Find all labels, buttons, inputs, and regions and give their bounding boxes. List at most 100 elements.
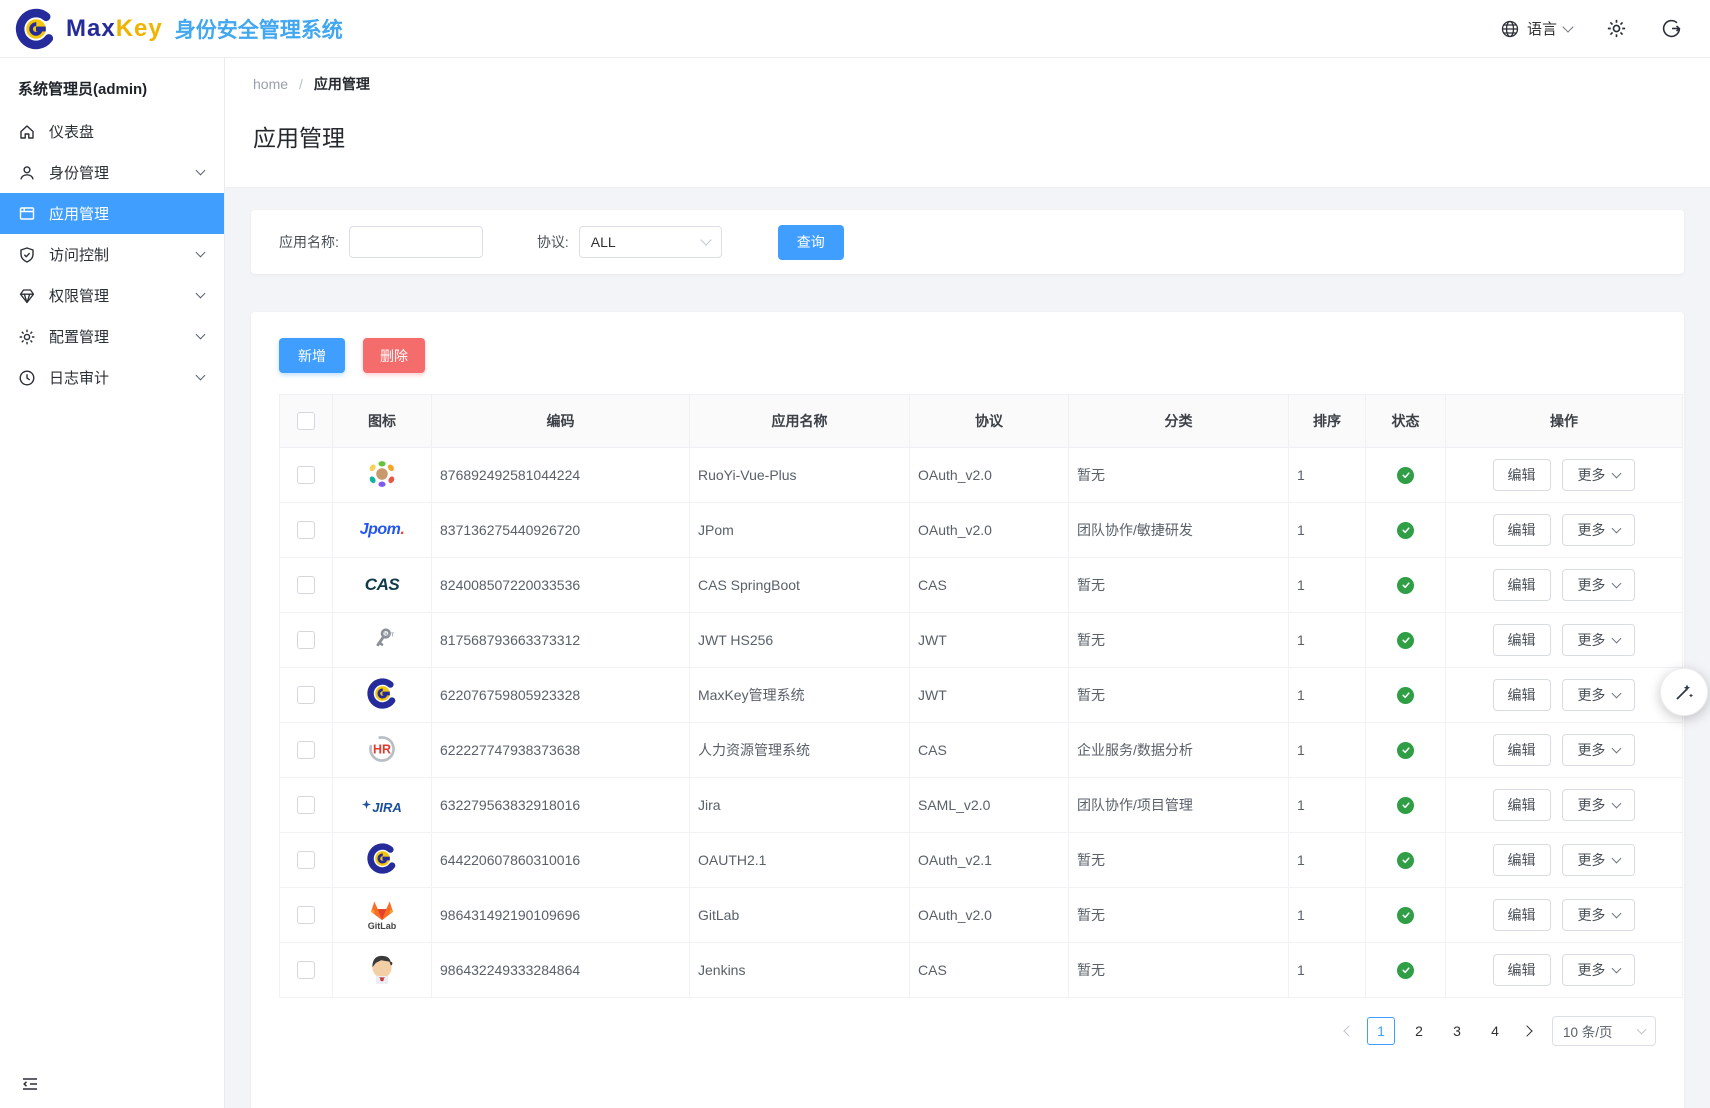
sidebar-item-audit[interactable]: 日志审计 [0,357,224,398]
edit-button[interactable]: 编辑 [1493,899,1551,931]
sidebar-item-label: 日志审计 [49,367,109,388]
sidebar-collapse-button[interactable] [20,1074,40,1094]
app-code: 817568793663373312 [432,613,690,668]
app-sort: 1 [1289,723,1366,778]
app-sort: 1 [1289,668,1366,723]
edit-button[interactable]: 编辑 [1493,569,1551,601]
sidebar-item-dashboard[interactable]: 仪表盘 [0,111,224,152]
app-sort: 1 [1289,613,1366,668]
edit-button[interactable]: 编辑 [1493,624,1551,656]
page-title: 应用管理 [253,119,1682,153]
row-checkbox[interactable] [297,851,315,869]
user-icon [18,164,36,182]
row-checkbox[interactable] [297,741,315,759]
more-button[interactable]: 更多 [1562,679,1635,711]
jwt-logo-icon: JWT [333,624,431,654]
sidebar-item-config[interactable]: 配置管理 [0,316,224,357]
page-button-4[interactable]: 4 [1481,1017,1509,1045]
row-checkbox[interactable] [297,961,315,979]
app-code: 622076759805923328 [432,668,690,723]
search-panel: 应用名称: 协议: ALL 查询 [251,210,1684,274]
more-button[interactable]: 更多 [1562,459,1635,491]
app-code: 986432249333284864 [432,943,690,998]
query-button[interactable]: 查询 [778,225,844,260]
app-name: RuoYi-Vue-Plus [690,448,910,503]
more-button[interactable]: 更多 [1562,624,1635,656]
page-size-select[interactable]: 10 条/页 [1552,1016,1656,1046]
app-name: Jira [690,778,910,833]
gem-icon [18,287,36,305]
more-button[interactable]: 更多 [1562,789,1635,821]
add-button[interactable]: 新增 [279,338,345,373]
table-row: 876892492581044224 RuoYi-Vue-Plus OAuth_… [280,448,1683,503]
row-checkbox[interactable] [297,631,315,649]
edit-button[interactable]: 编辑 [1493,459,1551,491]
row-checkbox[interactable] [297,466,315,484]
page-button-2[interactable]: 2 [1405,1017,1433,1045]
page-button-3[interactable]: 3 [1443,1017,1471,1045]
app-code: 986431492190109696 [432,888,690,943]
globe-icon [1500,19,1520,39]
protocol-select[interactable]: ALL [579,226,722,258]
row-checkbox[interactable] [297,906,315,924]
edit-button[interactable]: 编辑 [1493,514,1551,546]
edit-button[interactable]: 编辑 [1493,844,1551,876]
app-sort: 1 [1289,558,1366,613]
app-name-label: 应用名称: [279,232,339,252]
edit-button[interactable]: 编辑 [1493,789,1551,821]
row-checkbox[interactable] [297,686,315,704]
row-checkbox[interactable] [297,796,315,814]
row-checkbox[interactable] [297,576,315,594]
maxkey-logo-icon [333,842,431,875]
more-button[interactable]: 更多 [1562,844,1635,876]
edit-button[interactable]: 编辑 [1493,734,1551,766]
sidebar-item-permission[interactable]: 权限管理 [0,275,224,316]
app-name: OAUTH2.1 [690,833,910,888]
app-code: 622227747938373638 [432,723,690,778]
chevron-down-icon [1612,468,1622,478]
row-checkbox[interactable] [297,521,315,539]
app-sort: 1 [1289,448,1366,503]
more-button[interactable]: 更多 [1562,899,1635,931]
table-row: HR 622227747938373638 人力资源管理系统 CAS 企业服务/… [280,723,1683,778]
app-category: 暂无 [1069,943,1289,998]
sidebar-item-access[interactable]: 访问控制 [0,234,224,275]
table-row: 644220607860310016 OAUTH2.1 OAuth_v2.1 暂… [280,833,1683,888]
sidebar: 系统管理员(admin) 仪表盘身份管理应用管理访问控制权限管理配置管理日志审计 [0,58,225,1108]
logout-button[interactable] [1661,18,1682,39]
more-button[interactable]: 更多 [1562,569,1635,601]
app-protocol: CAS [910,943,1069,998]
status-enabled-icon [1397,852,1414,869]
status-enabled-icon [1397,687,1414,704]
breadcrumb: home / 应用管理 [253,74,1682,94]
floating-tool-button[interactable] [1660,668,1708,716]
page-size-value: 10 条/页 [1563,1021,1613,1041]
sidebar-item-identity[interactable]: 身份管理 [0,152,224,193]
sidebar-item-apps[interactable]: 应用管理 [0,193,224,234]
more-button[interactable]: 更多 [1562,514,1635,546]
edit-button[interactable]: 编辑 [1493,954,1551,986]
hr-logo-icon: HR [333,733,431,765]
delete-button[interactable]: 删除 [363,338,425,373]
more-button[interactable]: 更多 [1562,734,1635,766]
app-name: 人力资源管理系统 [690,723,910,778]
app-name-input[interactable] [349,226,483,258]
prev-page-button[interactable] [1336,1027,1362,1035]
chevron-down-icon [196,166,206,176]
brand[interactable]: Max Key 身份安全管理系统 [14,7,343,51]
more-button[interactable]: 更多 [1562,954,1635,986]
breadcrumb-home[interactable]: home [253,76,288,92]
next-page-button[interactable] [1514,1027,1540,1035]
status-enabled-icon [1397,962,1414,979]
page-button-1[interactable]: 1 [1367,1017,1395,1045]
settings-button[interactable] [1606,18,1627,39]
column-icon: 图标 [333,395,432,448]
pagination: 1234 10 条/页 [279,1016,1656,1046]
language-menu[interactable]: 语言 [1500,18,1572,39]
gitlab-logo-icon: GitLab [333,899,431,931]
shield-check-icon [18,246,36,264]
status-enabled-icon [1397,522,1414,539]
edit-button[interactable]: 编辑 [1493,679,1551,711]
select-all-checkbox[interactable] [297,412,315,430]
sidebar-item-label: 仪表盘 [49,121,94,142]
